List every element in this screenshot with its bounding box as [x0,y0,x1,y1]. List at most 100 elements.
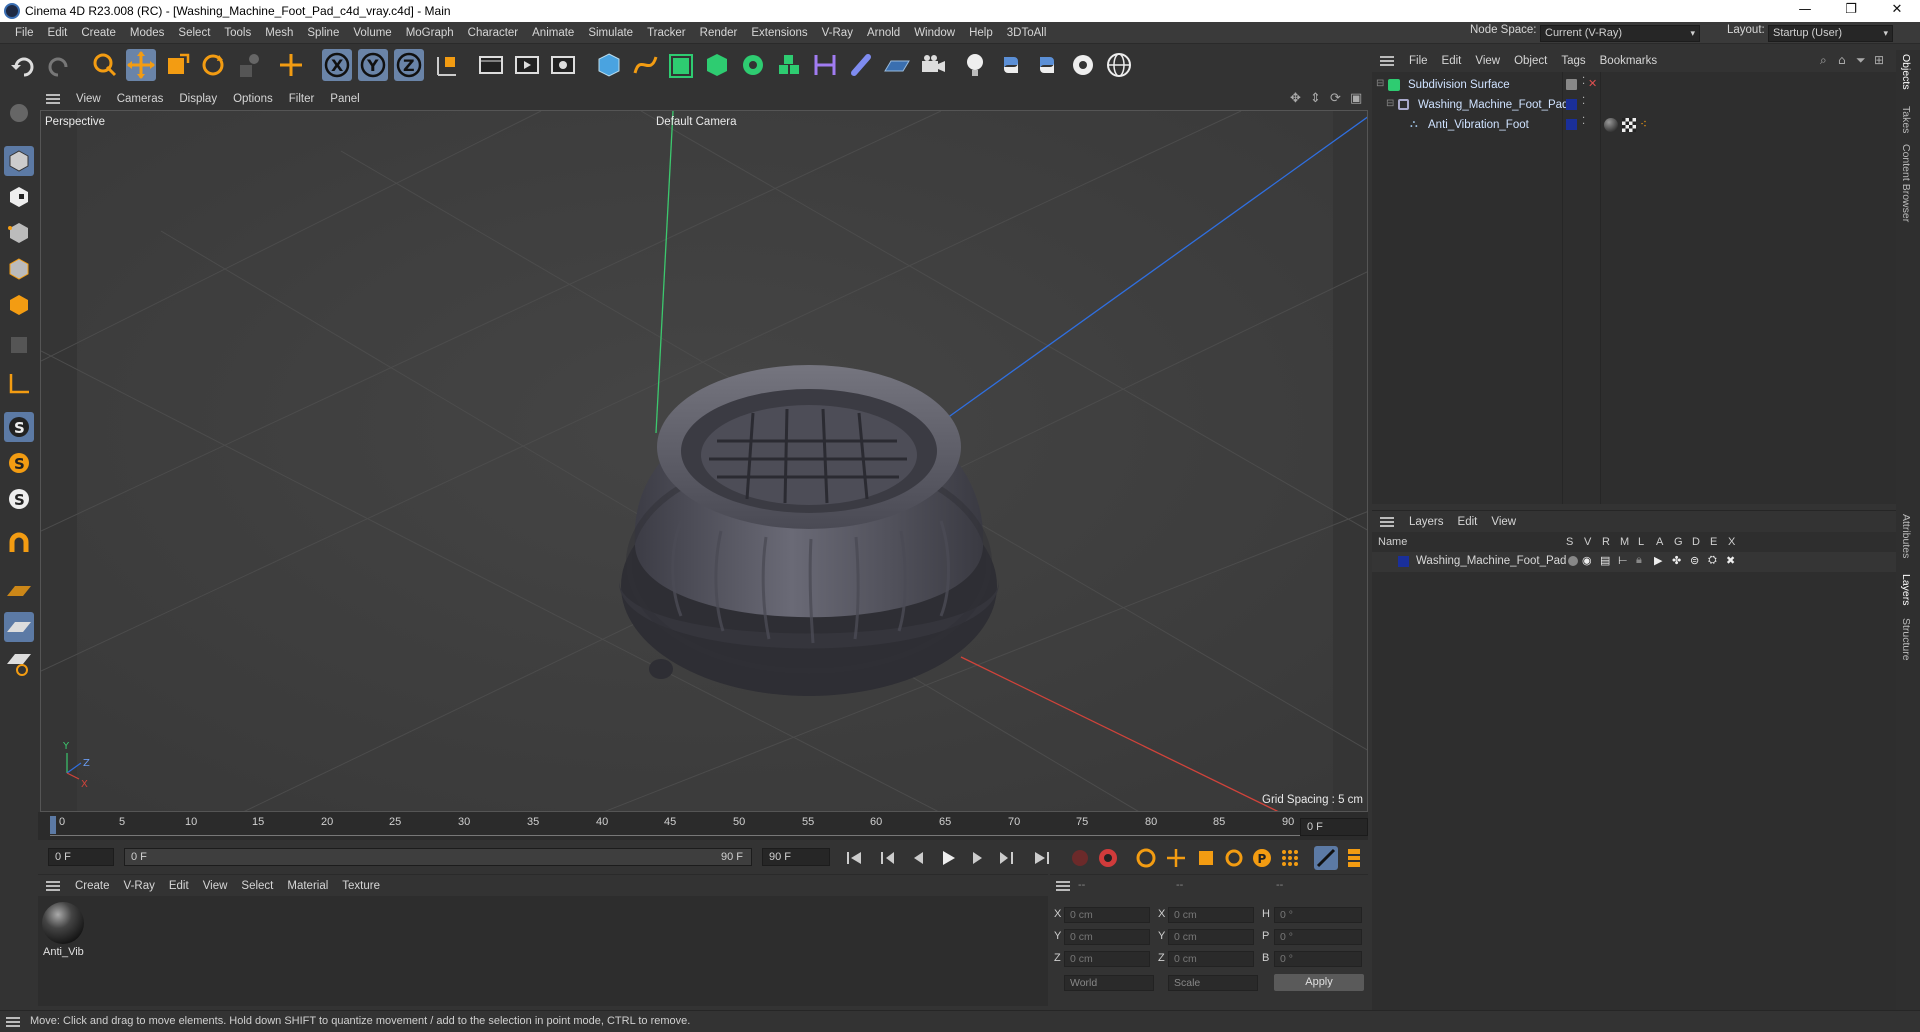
viewport-menu-filter[interactable]: Filter [281,88,323,110]
pos-z-field[interactable]: 0 cm [1064,951,1150,967]
make-editable-icon[interactable] [4,98,34,128]
render-view-icon[interactable] [476,49,506,81]
menu-3dtoall[interactable]: 3DToAll [1000,22,1054,44]
status-menu-icon[interactable] [6,1017,20,1027]
live-select-icon[interactable] [90,49,120,81]
material-menu-texture[interactable]: Texture [335,875,387,897]
workplane-icon[interactable] [4,576,34,606]
vray-settings-icon[interactable] [1068,49,1098,81]
z-axis-lock-icon[interactable]: Z [394,49,424,81]
animation-play-icon[interactable]: ▶ [1654,554,1662,567]
object-menu-view[interactable]: View [1468,50,1507,72]
render-column[interactable]: R [1602,536,1610,548]
locked-column[interactable]: L [1638,536,1644,548]
manager-column[interactable]: M [1620,536,1629,548]
tab-structure[interactable]: Structure [1900,618,1912,661]
solo-single-icon[interactable]: S [4,448,34,478]
material-menu-material[interactable]: Material [280,875,335,897]
uv-mode-icon[interactable] [4,330,34,360]
render-clapper-icon[interactable]: ▤ [1600,554,1610,567]
xref-icon[interactable]: ✖ [1726,554,1735,567]
home-icon[interactable]: ⌂ [1838,53,1846,67]
deformers-column[interactable]: D [1692,536,1700,548]
menu-tracker[interactable]: Tracker [640,22,693,44]
menu-simulate[interactable]: Simulate [581,22,640,44]
generator-icon[interactable]: ✤ [1672,554,1681,567]
texture-mode-icon[interactable] [4,182,34,212]
transform-tool-icon[interactable] [276,49,306,81]
view-column[interactable]: V [1584,536,1591,548]
size-z-field[interactable]: 0 cm [1168,951,1254,967]
python-icon[interactable] [996,49,1026,81]
key-scale-icon[interactable] [1194,846,1218,870]
menu-extensions[interactable]: Extensions [744,22,814,44]
manager-tree-icon[interactable]: ⊢ [1618,554,1628,567]
menu-vray[interactable]: V-Ray [815,22,860,44]
rot-p-field[interactable]: 0 ° [1274,929,1362,945]
layout-select[interactable]: Startup (User) [1768,25,1893,42]
rotate-tool-icon[interactable] [198,49,228,81]
menu-edit[interactable]: Edit [41,22,75,44]
light-icon[interactable] [960,49,990,81]
viewport-menu-options[interactable]: Options [225,88,281,110]
generators-column[interactable]: G [1674,536,1683,548]
tab-content-browser[interactable]: Content Browser [1900,144,1912,222]
animation-column[interactable]: A [1656,536,1663,548]
visibility-dots-icon[interactable]: ⁚ [1582,76,1585,87]
camera-icon[interactable] [918,49,948,81]
xrefs-column[interactable]: X [1728,536,1735,548]
next-frame-icon[interactable] [966,846,990,870]
record-disabled-icon[interactable] [1068,846,1092,870]
layer-menu-view[interactable]: View [1484,511,1523,533]
y-axis-lock-icon[interactable]: Y [358,49,388,81]
menu-tools[interactable]: Tools [217,22,258,44]
next-key-icon[interactable] [994,846,1018,870]
autokey-icon[interactable] [1096,846,1120,870]
viewport-menu-panel[interactable]: Panel [322,88,367,110]
axis-mode-icon[interactable] [4,368,34,398]
deformer-icon[interactable] [810,49,840,81]
object-menu-icon[interactable] [1380,56,1394,66]
node-space-select[interactable]: Current (V-Ray) [1540,25,1700,42]
object-row-subdivision[interactable]: ⊟ Subdivision Surface ⁚ ✕ [1372,76,1896,96]
current-frame-field[interactable]: 0 F [1300,818,1368,836]
key-parameter-icon[interactable]: P [1250,846,1274,870]
viewport-menu-display[interactable]: Display [171,88,225,110]
collapse-icon[interactable]: ⊟ [1376,78,1384,89]
material-menu-select[interactable]: Select [234,875,280,897]
layer-color-swatch[interactable] [1566,119,1577,130]
tab-takes[interactable]: Takes [1900,106,1912,133]
cloner-icon[interactable] [738,49,768,81]
material-name[interactable]: Anti_Vib [43,946,84,958]
tab-attributes[interactable]: Attributes [1900,514,1912,558]
menu-volume[interactable]: Volume [346,22,398,44]
menu-help[interactable]: Help [962,22,1000,44]
preview-range-slider[interactable]: 0 F 90 F [124,848,752,866]
material-menu-view[interactable]: View [196,875,235,897]
render-picture-viewer-icon[interactable] [512,49,542,81]
solo-column[interactable]: S [1566,536,1573,548]
visibility-dots-icon[interactable]: ⁚ [1582,116,1585,127]
pos-y-field[interactable]: 0 cm [1064,929,1150,945]
solo-toggle-icon[interactable] [1568,556,1578,566]
layer-row[interactable]: Washing_Machine_Foot_Pad ◉ ▤ ⊢ 🔒︎ ▶ ✤ ⊜ … [1372,552,1896,572]
key-pla-icon[interactable] [1278,846,1302,870]
pen-spline-icon[interactable] [630,49,660,81]
cube-primitive-icon[interactable] [594,49,624,81]
coordinates-menu-icon[interactable] [1056,881,1070,891]
material-menu-create[interactable]: Create [68,875,117,897]
viewport-menu-icon[interactable] [46,94,60,104]
field-icon[interactable] [846,49,876,81]
size-x-field[interactable]: 0 cm [1168,907,1254,923]
lock-icon[interactable]: 🔒︎ [1636,554,1642,567]
play-icon[interactable] [936,846,960,870]
object-menu-file[interactable]: File [1402,50,1435,72]
tab-objects[interactable]: Objects [1900,54,1912,90]
menu-mograph[interactable]: MoGraph [399,22,461,44]
foot-pad-model[interactable] [618,365,1000,696]
expression-icon[interactable]: ⛭ [1708,554,1717,567]
layer-menu-edit[interactable]: Edit [1451,511,1485,533]
coordinate-space-select[interactable]: World [1064,975,1154,991]
layer-color-swatch[interactable] [1566,99,1577,110]
deformer-toggle-icon[interactable]: ⊜ [1690,554,1699,567]
